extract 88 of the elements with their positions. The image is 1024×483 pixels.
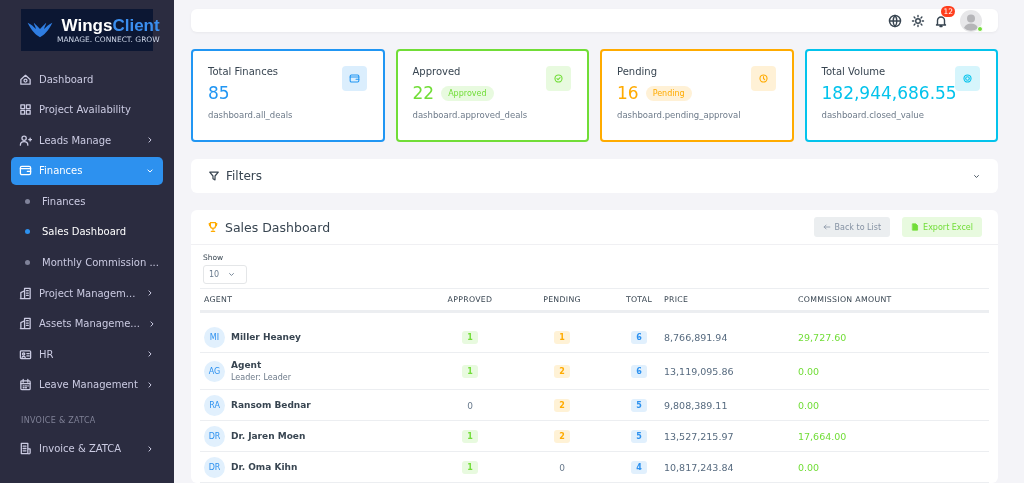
sidebar-subitem[interactable]: Monthly Commission ... — [11, 248, 163, 277]
house-icon — [19, 72, 32, 86]
table-cell: 0 — [467, 400, 473, 411]
stat-value: 16 — [617, 82, 639, 104]
count-badge: 2 — [554, 398, 570, 412]
building-icon — [19, 317, 32, 331]
table-cell: 0 — [559, 462, 565, 473]
count-badge: 6 — [631, 330, 647, 344]
sidebar-subitem[interactable]: Sales Dashboard — [11, 217, 163, 246]
invoice-icon — [19, 442, 32, 456]
stat-caption: dashboard.approved_deals — [412, 110, 529, 120]
sidebar-item[interactable]: Assets Manageme... — [11, 309, 163, 338]
table-cell: 0.00 — [798, 461, 820, 473]
chevron-down-icon — [227, 270, 237, 279]
clock-icon — [757, 73, 769, 84]
agent-name: Miller Heaney — [231, 332, 301, 342]
sidebar-item[interactable]: Leads Manage — [11, 126, 163, 155]
initials-avatar: AG — [204, 360, 225, 382]
user-plus-icon — [19, 133, 32, 147]
count-badge: 5 — [631, 398, 647, 412]
filter-icon — [208, 170, 220, 182]
sidebar-item[interactable]: Project Availability — [11, 95, 163, 124]
card-title: Sales Dashboard — [225, 219, 332, 235]
page-size-select[interactable]: 10 — [203, 265, 247, 284]
stat-value: 85 — [208, 82, 230, 104]
count-badge: 1 — [462, 364, 478, 378]
count-badge: 2 — [554, 364, 570, 378]
sun-icon[interactable] — [911, 13, 925, 28]
calendar-icon — [19, 378, 32, 392]
globe-icon[interactable] — [888, 13, 902, 28]
count-badge: 6 — [631, 364, 647, 378]
count-badge: 1 — [462, 330, 478, 344]
building-icon — [19, 286, 32, 300]
stat-caption: dashboard.all_deals — [208, 110, 294, 120]
bell-icon[interactable] — [934, 13, 948, 28]
sidebar-item[interactable]: Project Managem... — [11, 279, 163, 308]
table-cell: 9,808,389.11 — [664, 399, 728, 411]
sidebar-subitem[interactable]: Finances — [11, 187, 163, 216]
table-cell: 13,527,215.97 — [664, 430, 734, 442]
initials-avatar: DR — [204, 425, 225, 447]
agent-name: Dr. Oma Kihn — [231, 462, 298, 472]
table-cell: 13,119,095.86 — [664, 365, 734, 377]
agent-name: Ransom Bednar — [231, 400, 311, 410]
id-card-icon — [19, 347, 32, 361]
filters-panel[interactable]: Filters — [191, 159, 998, 193]
stat-title: Pending — [617, 66, 658, 77]
count-badge: 2 — [554, 429, 570, 443]
count-badge: 4 — [631, 460, 647, 474]
coin-icon — [962, 73, 973, 84]
agent-name: Agent — [231, 360, 263, 370]
table-cell: 8,766,891.94 — [664, 331, 728, 343]
agent-subtitle: Leader: Leader — [231, 373, 291, 382]
status-badge: Approved — [441, 85, 494, 101]
document-icon — [911, 223, 920, 231]
stat-caption: dashboard.pending_approval — [617, 110, 742, 120]
stat-title: Total Finances — [208, 66, 279, 77]
sidebar-item[interactable]: Leave Management — [11, 370, 163, 399]
stat-caption: dashboard.closed_value — [821, 110, 925, 120]
stat-value: 182,944,686.55 — [821, 82, 957, 104]
wallet-icon — [19, 164, 32, 178]
table-cell: 29,727.60 — [798, 331, 847, 343]
status-badge: Pending — [645, 85, 692, 101]
sidebar-item[interactable]: Dashboard — [11, 65, 163, 93]
trophy-icon — [207, 221, 219, 233]
count-badge: 5 — [631, 429, 647, 443]
count-badge: 1 — [554, 330, 570, 344]
table-cell: 10,817,243.84 — [664, 461, 734, 473]
check-circle-icon — [553, 73, 564, 84]
initials-avatar: MI — [204, 326, 225, 348]
sidebar-item[interactable]: HR — [11, 340, 163, 369]
count-badge: 1 — [462, 460, 478, 474]
table-cell: 0.00 — [798, 399, 820, 411]
logo-text: WingsClient — [61, 16, 160, 35]
agent-name: Dr. Jaren Moen — [231, 431, 306, 441]
initials-avatar: DR — [204, 456, 225, 478]
stat-value: 22 — [412, 82, 435, 104]
section-label: INVOICE & ZATCA — [20, 414, 97, 427]
stat-title: Total Volume — [821, 66, 887, 77]
wings-logo-icon — [27, 22, 53, 38]
arrow-left-icon — [822, 223, 831, 231]
stat-title: Approved — [412, 66, 462, 77]
initials-avatar: RA — [204, 394, 225, 416]
table-cell: 0.00 — [798, 365, 820, 377]
count-badge: 1 — [462, 429, 478, 443]
table-cell: 17,664.00 — [798, 430, 847, 442]
wallet-icon — [348, 73, 360, 84]
sidebar-item[interactable]: Invoice & ZATCA — [11, 434, 163, 463]
grid-icon — [19, 103, 32, 117]
